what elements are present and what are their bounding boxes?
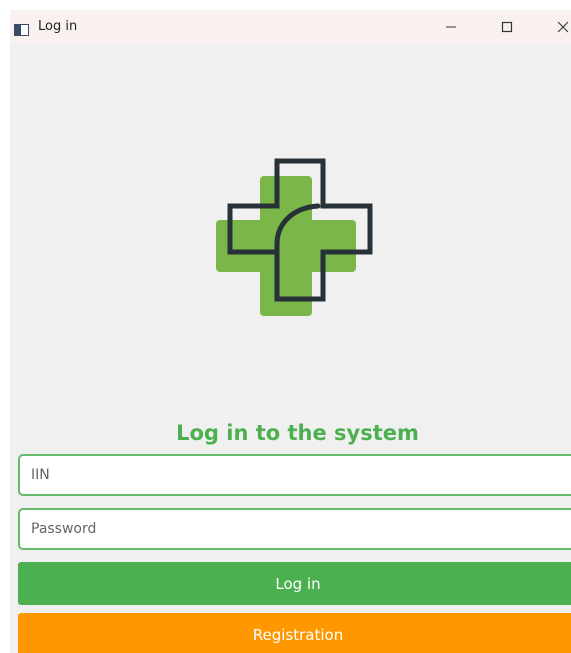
app-window-icon (14, 21, 29, 36)
title-bar[interactable]: Log in (10, 10, 571, 44)
minimize-icon (445, 18, 457, 37)
login-button[interactable]: Log in (18, 562, 571, 605)
password-input[interactable] (18, 508, 571, 550)
maximize-button[interactable] (484, 10, 530, 44)
window-title: Log in (38, 19, 78, 34)
minimize-button[interactable] (428, 10, 474, 44)
iin-input[interactable] (18, 454, 571, 496)
maximize-icon (501, 18, 513, 37)
login-heading: Log in to the system (176, 421, 419, 445)
login-window: Log in Log in to the system IIN Log in R… (10, 10, 571, 653)
medical-cross-logo-icon (210, 156, 380, 326)
close-button[interactable] (540, 10, 571, 44)
close-icon (557, 18, 569, 37)
registration-button[interactable]: Registration (18, 613, 571, 653)
